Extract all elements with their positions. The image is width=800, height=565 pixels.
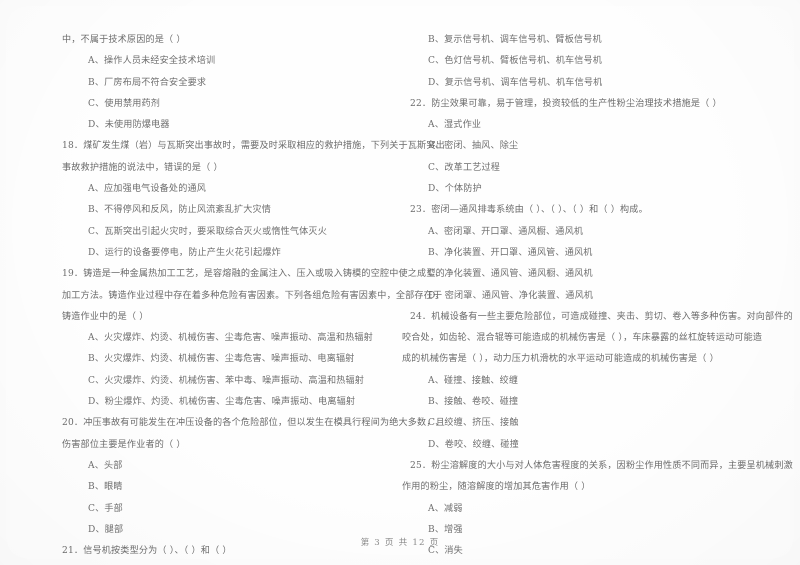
page-footer: 第 3 页 共 12 页 (360, 538, 440, 548)
question-stem: 18．煤矿发生煤（岩）与瓦斯突出事故时，需要及时采取相应的救护措施，下列关于瓦斯… (62, 141, 445, 152)
question-stem-continued: 铸造作业中的是（ ） (62, 311, 149, 322)
option-a[interactable]: A、头部 (62, 456, 422, 477)
option-d[interactable]: D、运行的设备要停电，防止产生火花引起爆炸 (62, 243, 422, 264)
option-d[interactable]: D、卷咬、绞缠、碰撞 (402, 435, 762, 456)
question-stem: 25．粉尘溶解度的大小与对人体危害程度的关系，因粉尘作用性质不同而异，主要呈机械… (410, 460, 793, 471)
question-block: 20．冲压事故有可能发生在冲压设备的各个危险部位，但以发生在模具行程间为绝大多数… (62, 413, 445, 541)
option-b[interactable]: B、接触、卷咬、碰撞 (402, 392, 762, 413)
question-stem-continued: 事故救护措施的说法中，错误的是（ ） (62, 162, 223, 173)
question-stem: 20．冲压事故有可能发生在冲压设备的各个危险部位，但以发生在模具行程间为绝大多数… (62, 418, 445, 429)
two-column-body: 中，不属于技术原因的是（ ） A、操作人员未经安全技术培训 B、厂房布局不符合安… (0, 30, 800, 556)
question-block: 23．密闭—通风排毒系统由（ ）、（ ）、（ ）和（ ）构成。 A、密闭罩、开口… (402, 200, 762, 306)
option-b[interactable]: B、火灾爆炸、灼烫、机械伤害、尘毒危害、噪声振动、电离辐射 (62, 349, 422, 370)
option-c[interactable]: C、瓦斯突出引起火灾时，要采取综合灭火或惰性气体灭火 (62, 222, 422, 243)
question-stem-continued: 咬合处，如齿轮、混合辊等可能造成的机械伤害是（ ），车床暴露的丝杠旋转运动可能造 (402, 333, 763, 344)
option-d[interactable]: D、复示信号机、调车信号机、机车信号机 (402, 73, 762, 94)
scanned-page: 中，不属于技术原因的是（ ） A、操作人员未经安全技术培训 B、厂房布局不符合安… (0, 0, 800, 565)
option-d[interactable]: D、密闭罩、通风管、净化装置、通风机 (402, 286, 762, 307)
option-a[interactable]: A、应加强电气设备处的通风 (62, 179, 422, 200)
option-b[interactable]: B、厂房布局不符合安全要求 (62, 73, 422, 94)
question-block: 24．机械设备有一些主要危险部位，可造成碰撞、夹击、剪切、卷入等多种伤害。对向部… (402, 307, 793, 456)
option-a[interactable]: A、密闭罩、开口罩、通风橱、通风机 (402, 222, 762, 243)
question-stem: 23．密闭—通风排毒系统由（ ）、（ ）、（ ）和（ ）构成。 (410, 205, 648, 216)
question-stem-continued: 伤害部位主要是作业者的（ ） (62, 439, 186, 450)
option-c[interactable]: C、使用禁用药剂 (62, 94, 422, 115)
option-b[interactable]: B、复示信号机、调车信号机、臂板信号机 (402, 30, 762, 51)
option-a[interactable]: A、减弱 (402, 499, 762, 520)
question-stem: 24．机械设备有一些主要危险部位，可造成碰撞、夹击、剪切、卷入等多种伤害。对向部… (410, 311, 793, 322)
option-b[interactable]: B、净化装置、开口罩、通风管、通风机 (402, 243, 762, 264)
question-stem-continued: 作用的粉尘，随溶解度的增加其危害作用（ ） (402, 482, 591, 493)
question-block: 22．防尘效果可靠，易于管理，投资较低的生产性粉尘治理技术措施是（ ） A、湿式… (402, 94, 762, 200)
option-a[interactable]: A、火灾爆炸、灼烫、机械伤害、尘毒危害、噪声振动、高温和热辐射 (62, 328, 422, 349)
option-c[interactable]: C、净化装置、通风管、通风橱、通风机 (402, 264, 762, 285)
option-c[interactable]: C、绞缠、挤压、接触 (402, 413, 762, 434)
question-stem: 22．防尘效果可靠，易于管理，投资较低的生产性粉尘治理技术措施是（ ） (410, 98, 722, 109)
option-d[interactable]: D、个体防护 (402, 179, 762, 200)
question-block: 18．煤矿发生煤（岩）与瓦斯突出事故时，需要及时采取相应的救护措施，下列关于瓦斯… (62, 136, 445, 264)
question-block: 25．粉尘溶解度的大小与对人体危害程度的关系，因粉尘作用性质不同而异，主要呈机械… (402, 456, 793, 565)
option-b[interactable]: B、密闭、抽风、除尘 (402, 136, 762, 157)
option-b[interactable]: B、不得停风和反风，防止风流紊乱扩大灾情 (62, 200, 422, 221)
option-c[interactable]: C、色灯信号机、臂板信号机、机车信号机 (402, 51, 762, 72)
right-column: B、复示信号机、调车信号机、臂板信号机 C、色灯信号机、臂板信号机、机车信号机 … (402, 30, 793, 565)
question-stem: 19．铸造是一种金属热加工工艺，是容熔融的金属注入、压入或吸入铸模的空腔中使之成… (62, 269, 445, 280)
option-d[interactable]: D、未使用防爆电器 (62, 115, 422, 136)
option-c[interactable]: C、手部 (62, 499, 422, 520)
option-a[interactable]: A、操作人员未经安全技术培训 (62, 51, 422, 72)
question-stem-continued: 成的机械伤害是（ ），动力压力机滑枕的水平运动可能造成的机械伤害是（ ） (402, 354, 719, 365)
option-c[interactable]: C、火灾爆炸、灼烫、机械伤害、苯中毒、噪声振动、高温和热辐射 (62, 371, 422, 392)
option-c[interactable]: C、改革工艺过程 (402, 158, 762, 179)
question-block: 中，不属于技术原因的是（ ） A、操作人员未经安全技术培训 B、厂房布局不符合安… (62, 30, 422, 136)
option-b[interactable]: B、眼睛 (62, 477, 422, 498)
question-block: B、复示信号机、调车信号机、臂板信号机 C、色灯信号机、臂板信号机、机车信号机 … (402, 30, 762, 94)
left-column: 中，不属于技术原因的是（ ） A、操作人员未经安全技术培训 B、厂房布局不符合安… (62, 30, 445, 565)
option-a[interactable]: A、碰撞、接触、绞缠 (402, 371, 762, 392)
question-block: 19．铸造是一种金属热加工工艺，是容熔融的金属注入、压入或吸入铸模的空腔中使之成… (62, 264, 445, 413)
option-a[interactable]: A、湿式作业 (402, 115, 762, 136)
question-stem-continued: 加工方法。铸造作业过程中存在着多种危险有害因素。下列各组危险有害因素中，全部存在… (62, 290, 443, 301)
question-stem: 中，不属于技术原因的是（ ） (62, 35, 186, 45)
option-d[interactable]: D、粉尘爆炸、灼烫、机械伤害、尘毒危害、噪声振动、电离辐射 (62, 392, 422, 413)
